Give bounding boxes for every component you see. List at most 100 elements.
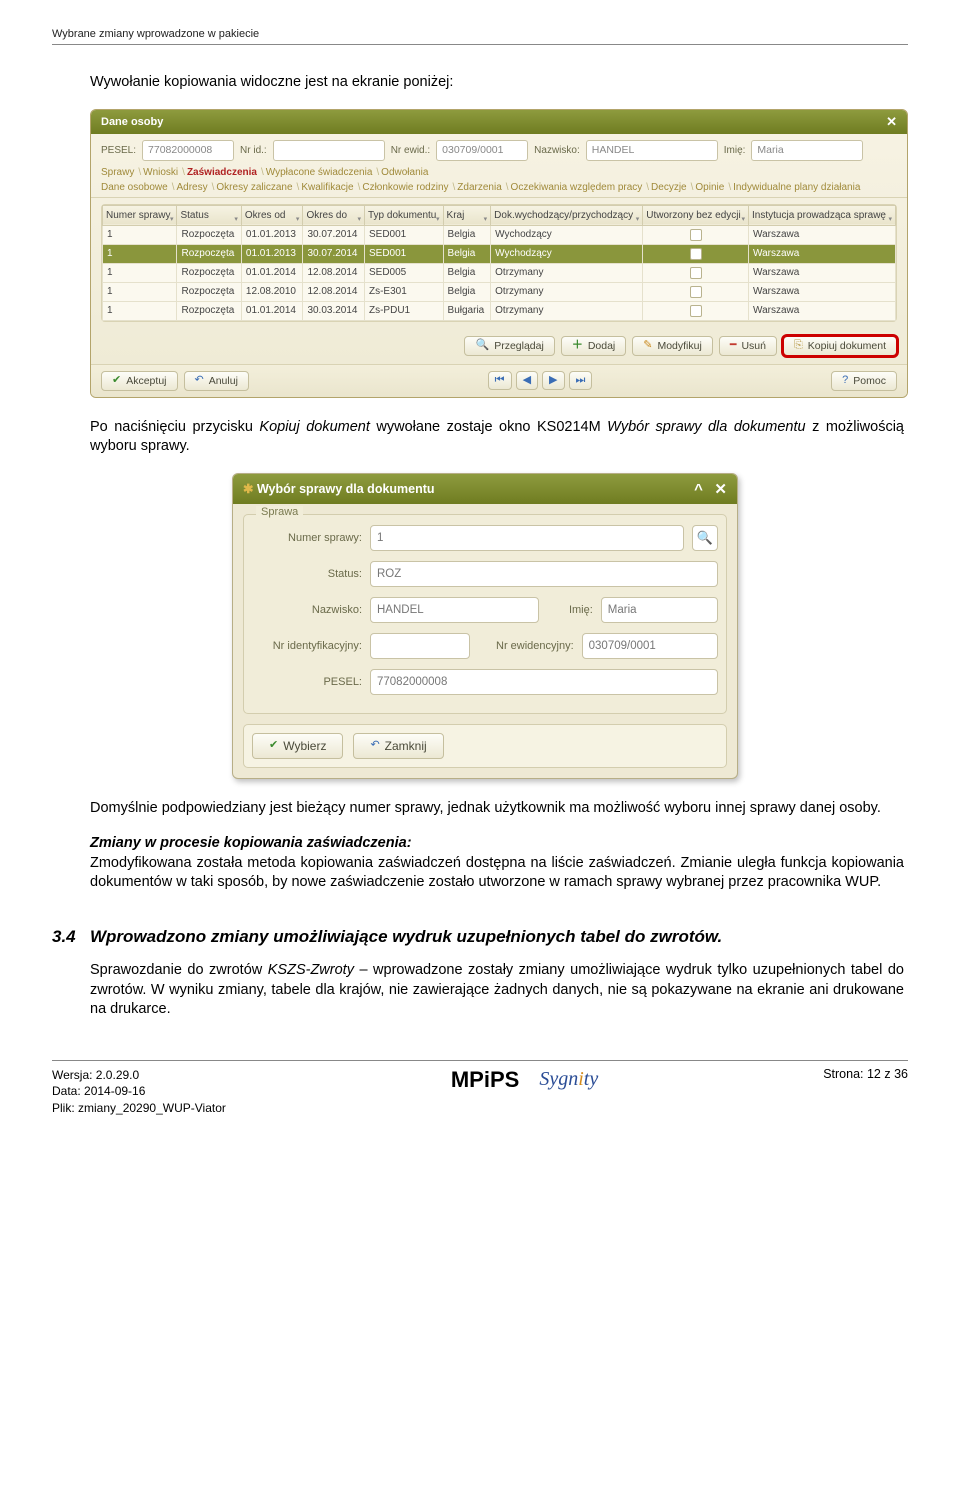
tab-decyzje[interactable]: Decyzje xyxy=(651,182,687,193)
tab-kwalifikacje[interactable]: Kwalifikacje xyxy=(301,182,353,193)
pesel-input[interactable]: 77082000008 xyxy=(370,669,718,695)
checkbox[interactable] xyxy=(690,305,702,317)
data-grid[interactable]: Numer sprawy▾Status▾Okres od▾Okres do▾Ty… xyxy=(102,205,896,321)
table-row[interactable]: 1Rozpoczęta01.01.201430.03.2014Zs-PDU1Bu… xyxy=(103,301,896,320)
tab-wnioski[interactable]: Wnioski xyxy=(143,167,178,178)
nrewid-input[interactable]: 030709/0001 xyxy=(582,633,718,659)
plus-icon: ＋ xyxy=(572,340,583,351)
nrid-input[interactable] xyxy=(273,140,385,161)
col-header[interactable]: Numer sprawy▾ xyxy=(103,205,177,225)
col-header[interactable]: Kraj▾ xyxy=(443,205,491,225)
para-intro: Wywołanie kopiowania widoczne jest na ek… xyxy=(90,73,904,93)
dialog-title: Wybór sprawy dla dokumentu xyxy=(257,482,435,496)
pencil-icon: ✎ xyxy=(643,340,652,351)
modyfikuj-button[interactable]: ✎Modyfikuj xyxy=(632,336,713,356)
nav-next-button[interactable]: ▶ xyxy=(542,371,564,390)
window-dane-osoby: Dane osoby ✕ PESEL: 77082000008 Nr id.: … xyxy=(90,109,908,398)
col-header[interactable]: Okres od▾ xyxy=(241,205,303,225)
checkbox[interactable] xyxy=(690,229,702,241)
imie-label: Imię: xyxy=(724,145,746,156)
imie-label: Imię: xyxy=(543,604,597,616)
usun-button[interactable]: ━Usuń xyxy=(719,336,777,356)
minus-icon: ━ xyxy=(730,340,737,351)
prev-icon: ◀ xyxy=(523,375,531,386)
close-icon[interactable]: ✕ xyxy=(886,114,897,130)
check-icon: ✔ xyxy=(269,740,278,751)
tab-dane-osobowe[interactable]: Dane osobowe xyxy=(101,182,168,193)
tab-indywidualne-plany-działania[interactable]: Indywidualne plany działania xyxy=(733,182,860,193)
sygnity-logo: Sygnity xyxy=(539,1068,598,1091)
nrewid-input[interactable]: 030709/0001 xyxy=(436,140,528,161)
first-icon: ⏮ xyxy=(495,375,505,386)
checkbox[interactable] xyxy=(690,248,702,260)
nrident-input[interactable] xyxy=(370,633,470,659)
pesel-label: PESEL: xyxy=(101,145,136,156)
col-header[interactable]: Instytucja prowadząca sprawę▾ xyxy=(749,205,896,225)
kopiuj-dokument-button[interactable]: ⎘Kopiuj dokument xyxy=(783,336,897,356)
tab-sprawy[interactable]: Sprawy xyxy=(101,167,134,178)
tab-odwołania[interactable]: Odwołania xyxy=(381,167,428,178)
next-icon: ▶ xyxy=(549,375,557,386)
col-header[interactable]: Typ dokumentu▾ xyxy=(364,205,443,225)
col-header[interactable]: Dok.wychodzący/przychodzący▾ xyxy=(491,205,643,225)
section-heading: 3.4 Wprowadzono zmiany umożliwiające wyd… xyxy=(52,927,908,947)
table-row[interactable]: 1Rozpoczęta12.08.201012.08.2014Zs-E301Be… xyxy=(103,282,896,301)
undo-icon: ↶ xyxy=(370,740,379,751)
tab-zaświadczenia[interactable]: Zaświadczenia xyxy=(187,167,257,178)
tab-oczekiwania-względem-pracy[interactable]: Oczekiwania względem pracy xyxy=(511,182,643,193)
dialog-wybor-sprawy: ✱ Wybór sprawy dla dokumentu ^ ✕ Sprawa … xyxy=(232,473,738,779)
tab-opinie[interactable]: Opinie xyxy=(695,182,724,193)
dodaj-button[interactable]: ＋Dodaj xyxy=(561,336,626,356)
lookup-button[interactable]: 🔍 xyxy=(692,525,718,551)
tab-adresy[interactable]: Adresy xyxy=(177,182,208,193)
minimize-icon[interactable]: ^ xyxy=(686,481,703,498)
para-changes: Zmiany w procesie kopiowania zaświadczen… xyxy=(90,834,904,893)
tab-okresy-zaliczane[interactable]: Okresy zaliczane xyxy=(216,182,292,193)
numer-input[interactable]: 1 xyxy=(370,525,684,551)
nav-prev-button[interactable]: ◀ xyxy=(516,371,538,390)
tab-członkowie-rodziny[interactable]: Członkowie rodziny xyxy=(362,182,448,193)
para-default-hint: Domyślnie podpowiedziany jest bieżący nu… xyxy=(90,799,904,819)
wybierz-button[interactable]: ✔Wybierz xyxy=(252,733,343,759)
tabs-row-2: Dane osobowe\Adresy\Okresy zaliczane\Kwa… xyxy=(91,178,907,198)
close-icon[interactable]: ✕ xyxy=(706,481,727,498)
nazwisko-label: Nazwisko: xyxy=(534,145,580,156)
nav-last-button[interactable]: ⏭ xyxy=(569,371,593,390)
para-after-screenshot1: Po naciśnięciu przycisku Kopiuj dokument… xyxy=(90,418,904,457)
imie-input[interactable]: Maria xyxy=(601,597,718,623)
imie-input[interactable]: Maria xyxy=(751,140,863,161)
nav-first-button[interactable]: ⏮ xyxy=(488,371,512,390)
table-row[interactable]: 1Rozpoczęta01.01.201330.07.2014SED001Bel… xyxy=(103,244,896,263)
status-input[interactable]: ROZ xyxy=(370,561,718,587)
anuluj-button[interactable]: ↶Anuluj xyxy=(184,371,249,391)
nrewid-label: Nr ewid.: xyxy=(391,145,430,156)
checkbox[interactable] xyxy=(690,267,702,279)
nazwisko-input[interactable]: HANDEL xyxy=(586,140,718,161)
check-icon: ✔ xyxy=(112,375,121,386)
zamknij-button[interactable]: ↶Zamknij xyxy=(353,733,443,759)
checkbox[interactable] xyxy=(690,286,702,298)
search-icon: 🔍 xyxy=(697,530,713,546)
tab-zdarzenia[interactable]: Zdarzenia xyxy=(457,182,501,193)
table-row[interactable]: 1Rozpoczęta01.01.201412.08.2014SED005Bel… xyxy=(103,263,896,282)
nazwisko-label: Nazwisko: xyxy=(252,604,366,616)
search-icon: 🔍 xyxy=(475,340,489,351)
para-section-body: Sprawozdanie do zwrotów KSZS-Zwroty – wp… xyxy=(90,961,904,1020)
tab-wypłacone świadczenia[interactable]: Wypłacone świadczenia xyxy=(266,167,373,178)
dialog-buttons: ✔Wybierz ↶Zamknij xyxy=(243,724,727,768)
przegladaj-button[interactable]: 🔍Przeglądaj xyxy=(464,336,554,356)
pesel-label: PESEL: xyxy=(252,676,366,688)
pesel-input[interactable]: 77082000008 xyxy=(142,140,234,161)
nazwisko-input[interactable]: HANDEL xyxy=(370,597,539,623)
dialog-icon: ✱ xyxy=(243,482,253,496)
col-header[interactable]: Utworzony bez edycji▾ xyxy=(643,205,749,225)
akceptuj-button[interactable]: ✔Akceptuj xyxy=(101,371,178,391)
col-header[interactable]: Okres do▾ xyxy=(303,205,365,225)
numer-label: Numer sprawy: xyxy=(252,532,366,544)
fieldset-legend: Sprawa xyxy=(256,506,303,518)
help-icon: ? xyxy=(842,375,848,386)
col-header[interactable]: Status▾ xyxy=(177,205,241,225)
pomoc-button[interactable]: ?Pomoc xyxy=(831,371,897,391)
nrid-label: Nr id.: xyxy=(240,145,267,156)
table-row[interactable]: 1Rozpoczęta01.01.201330.07.2014SED001Bel… xyxy=(103,225,896,244)
